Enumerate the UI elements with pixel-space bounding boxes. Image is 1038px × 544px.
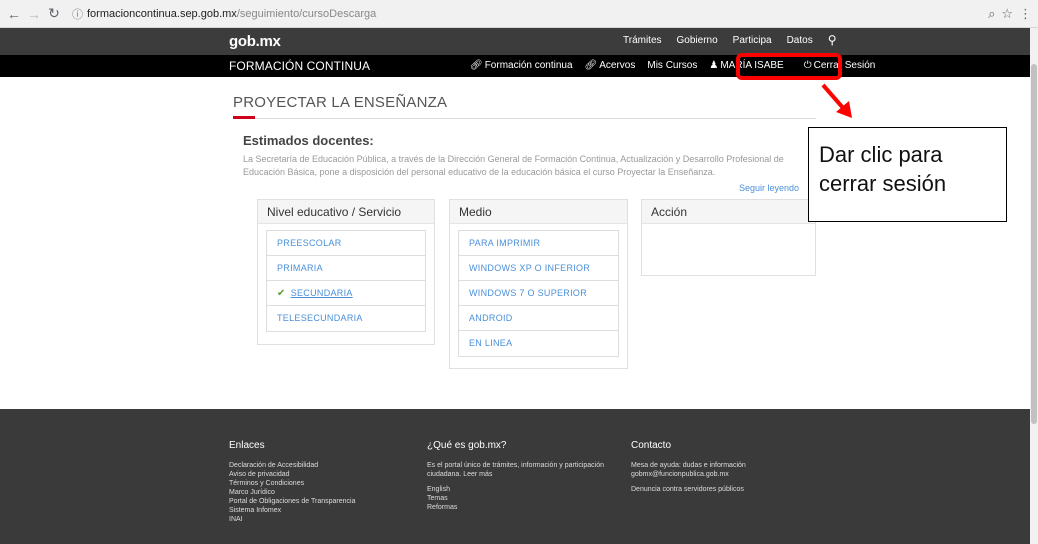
nivel-item-preescolar[interactable]: PREESCOLAR	[267, 231, 425, 256]
footer-link[interactable]: Declaración de Accesibilidad	[229, 461, 355, 470]
reload-icon[interactable]: ↻	[44, 4, 64, 24]
browser-toolbar: ← → ↻ ⓘ formacioncontinua.sep.gob.mx/seg…	[0, 0, 1038, 28]
gob-header: gob.mx Trámites Gobierno Participa Datos…	[0, 28, 1038, 55]
title-divider	[233, 118, 816, 119]
nav-mis-cursos[interactable]: Mis Cursos	[647, 60, 697, 71]
footer-link-reformas[interactable]: Reformas	[427, 503, 617, 512]
footer-link[interactable]: Términos y Condiciones	[229, 479, 355, 488]
read-more-link[interactable]: Seguir leyendo	[739, 183, 799, 193]
panel-nivel: Nivel educativo / Servicio PREESCOLAR PR…	[257, 199, 435, 345]
nivel-item-primaria[interactable]: PRIMARIA	[267, 256, 425, 281]
scrollbar-thumb[interactable]	[1031, 64, 1037, 424]
link-icon: 🔗︎	[470, 60, 483, 71]
intro-text: La Secretaría de Educación Pública, a tr…	[243, 154, 784, 177]
footer-contacto-heading: Contacto	[631, 440, 672, 451]
nav-gobierno[interactable]: Gobierno	[677, 35, 718, 47]
medio-item-en-linea[interactable]: EN LINEA	[459, 331, 618, 356]
medio-list: PARA IMPRIMIR WINDOWS XP O INFERIOR WIND…	[458, 230, 619, 357]
footer-contacto: Contacto Mesa de ayuda: dudas e informac…	[631, 440, 781, 494]
footer-link-denuncia[interactable]: Denuncia contra servidores públicos	[631, 485, 781, 494]
title-accent	[233, 116, 255, 119]
annotation-callout: Dar clic para cerrar sesión	[808, 127, 1007, 222]
user-icon: ♟	[709, 60, 719, 71]
footer-link[interactable]: Portal de Obligaciones de Transparencia	[229, 497, 355, 506]
footer-link[interactable]: INAI	[229, 515, 355, 524]
footer-que-es: ¿Qué es gob.mx? Es el portal único de tr…	[427, 440, 617, 512]
panel-nivel-heading: Nivel educativo / Servicio	[258, 200, 434, 224]
gob-logo[interactable]: gob.mx	[229, 33, 281, 50]
panel-accion: Acción	[641, 199, 816, 276]
footer-enlaces: Enlaces Declaración de Accesibilidad Avi…	[229, 440, 355, 524]
link-icon: 🔗︎	[584, 60, 598, 71]
logout-highlight	[736, 53, 842, 80]
nivel-list: PREESCOLAR PRIMARIA ✔ SECUNDARIA TELESECU…	[266, 230, 426, 332]
footer-link[interactable]: Marco Jurídico	[229, 488, 355, 497]
footer-que-es-heading: ¿Qué es gob.mx?	[427, 440, 507, 451]
fc-header: FORMACIÓN CONTINUA 🔗︎ Formación continua …	[0, 55, 1038, 77]
zoom-icon[interactable]: ⌕	[988, 6, 995, 22]
search-icon[interactable]: ⚲	[828, 33, 837, 47]
greeting: Estimados docentes:	[243, 133, 374, 148]
footer-link-temas[interactable]: Temas	[427, 494, 617, 503]
panel-medio-heading: Medio	[450, 200, 627, 224]
nav-participa[interactable]: Participa	[733, 35, 772, 47]
footer-enlaces-heading: Enlaces	[229, 440, 265, 451]
panel-medio: Medio PARA IMPRIMIR WINDOWS XP O INFERIO…	[449, 199, 628, 369]
footer-link-english[interactable]: English	[427, 485, 617, 494]
footer-que-es-text: Es el portal único de trámites, informac…	[427, 462, 605, 478]
address-bar[interactable]: ⓘ formacioncontinua.sep.gob.mx/seguimien…	[70, 4, 982, 24]
callout-arrow	[821, 83, 852, 118]
nav-formacion-continua[interactable]: 🔗︎ Formación continua	[470, 60, 573, 71]
page-title: PROYECTAR LA ENSEÑANZA	[233, 94, 448, 111]
bookmark-star-icon[interactable]: ☆	[1001, 6, 1013, 22]
medio-item-win7[interactable]: WINDOWS 7 O SUPERIOR	[459, 281, 618, 306]
menu-icon[interactable]: ⋮	[1019, 6, 1032, 22]
url-path: /seguimiento/cursoDescarga	[236, 7, 377, 20]
fc-title[interactable]: FORMACIÓN CONTINUA	[229, 59, 370, 73]
panel-accion-heading: Acción	[642, 200, 815, 224]
back-icon[interactable]: ←	[4, 4, 24, 24]
nav-formacion-label: Formación continua	[484, 60, 573, 71]
nav-tramites[interactable]: Trámites	[623, 35, 662, 47]
footer-link[interactable]: Sistema Infomex	[229, 506, 355, 515]
scrollbar[interactable]	[1030, 28, 1038, 544]
nav-datos[interactable]: Datos	[787, 35, 813, 47]
url-host: formacioncontinua.sep.gob.mx	[87, 7, 237, 20]
medio-item-winxp[interactable]: WINDOWS XP O INFERIOR	[459, 256, 618, 281]
footer-link[interactable]: Aviso de privacidad	[229, 470, 355, 479]
footer: Enlaces Declaración de Accesibilidad Avi…	[0, 409, 1038, 544]
nivel-item-secundaria[interactable]: ✔ SECUNDARIA	[267, 281, 425, 306]
check-icon: ✔	[277, 288, 286, 299]
gob-nav: Trámites Gobierno Participa Datos ⚲	[623, 33, 837, 47]
nav-acervos-label: Acervos	[599, 60, 636, 71]
medio-item-android[interactable]: ANDROID	[459, 306, 618, 331]
nivel-item-telesecundaria[interactable]: TELESECUNDARIA	[267, 306, 425, 331]
nivel-item-secundaria-label: SECUNDARIA	[290, 288, 353, 298]
info-icon[interactable]: ⓘ	[72, 6, 83, 22]
forward-icon[interactable]: →	[24, 4, 44, 24]
footer-contacto-text: Mesa de ayuda: dudas e información gobmx…	[631, 462, 746, 478]
nav-acervos[interactable]: 🔗︎ Acervos	[585, 60, 636, 71]
medio-item-imprimir[interactable]: PARA IMPRIMIR	[459, 231, 618, 256]
